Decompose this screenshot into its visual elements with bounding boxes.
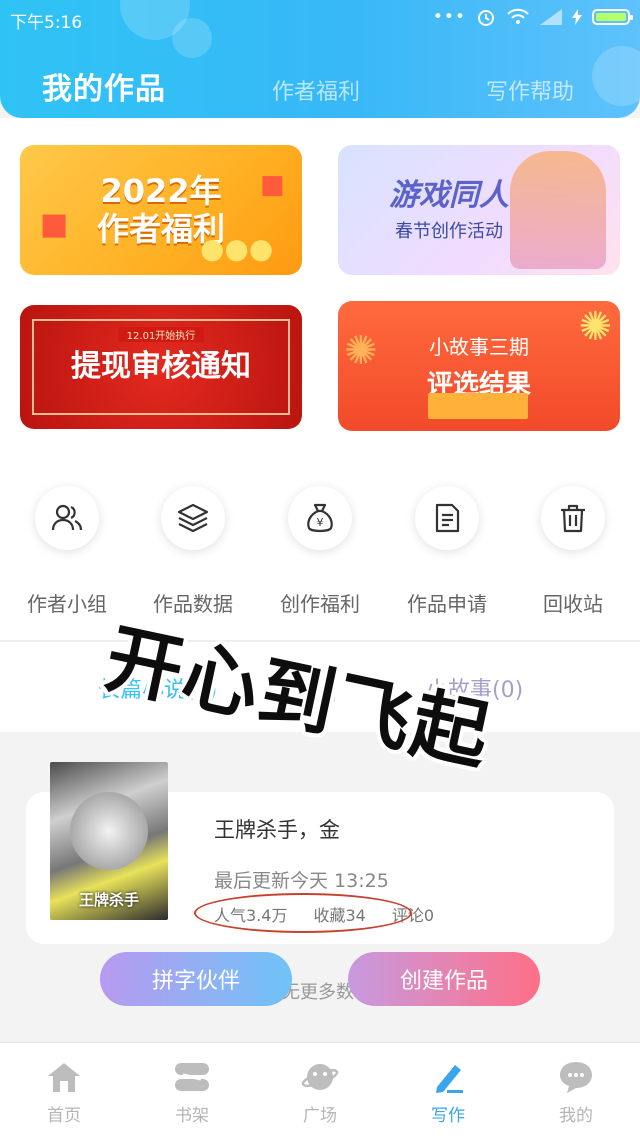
cover-title: 王牌杀手: [78, 891, 139, 909]
banner-tag: 12.01开始执行: [118, 327, 204, 342]
charging-icon: [572, 9, 582, 25]
banner-title: 游戏同人: [389, 178, 509, 213]
money-bag-icon: ¥: [307, 503, 333, 533]
layers-icon: [177, 503, 209, 533]
shortcut-author-group[interactable]: 作者小组: [3, 448, 131, 640]
nav-label: 我的: [559, 1106, 593, 1126]
shortcut-icon-circle: [415, 486, 479, 550]
shortcut-label: 回收站: [543, 592, 603, 616]
chat-bubble-icon: [556, 1057, 596, 1097]
trash-icon: [561, 504, 585, 533]
character-illustration: [510, 151, 606, 269]
no-more-text: 无更多数: [282, 982, 354, 1003]
decor-bubble: [592, 46, 640, 106]
banner-grid: ■ ■ ●●● 2022年 作者福利 游戏同人 春节创作活动 12.01开始执行…: [0, 118, 640, 448]
nav-square[interactable]: 广场: [256, 1043, 384, 1138]
banner-author-benefits[interactable]: ■ ■ ●●● 2022年 作者福利: [20, 145, 302, 275]
document-icon: [435, 503, 460, 533]
nav-label: 广场: [303, 1106, 337, 1126]
shortcut-icon-circle: [161, 486, 225, 550]
svg-text:¥: ¥: [317, 516, 324, 529]
wifi-icon: [507, 8, 529, 24]
bottom-nav: 首页 书架 广场 写作 我的: [0, 1042, 640, 1138]
signal-icon: [540, 9, 562, 25]
tab-author-benefits[interactable]: 作者福利: [272, 74, 360, 106]
banner-story-results[interactable]: ✺ ✺ 小故事三期 评选结果: [338, 301, 620, 431]
tab-my-works[interactable]: 我的作品: [42, 64, 166, 108]
more-dots-icon: •••: [432, 7, 466, 27]
nav-label: 首页: [47, 1106, 81, 1126]
hand-drawn-oval-annotation: [194, 893, 412, 933]
shortcut-label: 创作福利: [280, 592, 360, 616]
nav-write[interactable]: 写作: [384, 1043, 512, 1138]
banner-subtitle: 春节创作活动: [395, 221, 503, 242]
shortcut-row: 作者小组 作品数据 ¥ 创作福利 作品申请 回收站: [0, 448, 640, 640]
app-root: 下午5:16 ••• 我的作品 作者福利 写作帮助 ■ ■ ●●● 2022年 …: [0, 0, 640, 1138]
home-icon: [44, 1057, 84, 1097]
users-icon: [51, 504, 83, 531]
pen-icon: [428, 1057, 468, 1097]
banner-title: 小故事三期: [429, 335, 529, 359]
nav-home[interactable]: 首页: [0, 1043, 128, 1138]
shortcut-icon-circle: ¥: [288, 486, 352, 550]
banner-frame: 12.01开始执行: [32, 319, 290, 415]
nav-label: 写作: [431, 1106, 465, 1126]
create-work-button[interactable]: 创建作品: [348, 952, 540, 1006]
banner-withdraw-notice[interactable]: 12.01开始执行 提现审核通知: [20, 305, 302, 429]
gold-coins-icon: ●●●: [200, 232, 274, 265]
shortcut-label: 作者小组: [27, 592, 107, 616]
nav-label: 书架: [175, 1106, 209, 1126]
alarm-icon: [478, 10, 494, 26]
shortcut-icon-circle: [541, 486, 605, 550]
shortcut-icon-circle: [35, 486, 99, 550]
shortcut-label: 作品申请: [407, 592, 487, 616]
header: 下午5:16 ••• 我的作品 作者福利 写作帮助: [0, 0, 640, 118]
red-envelope-icon: ■: [260, 170, 285, 200]
banner-title: 2022年: [100, 172, 222, 210]
status-bar: 下午5:16 •••: [0, 0, 640, 36]
nav-bookshelf[interactable]: 书架: [128, 1043, 256, 1138]
shortcut-recycle-bin[interactable]: 回收站: [509, 448, 637, 640]
nav-mine[interactable]: 我的: [512, 1043, 640, 1138]
shortcut-work-application[interactable]: 作品申请: [383, 448, 511, 640]
word-partner-button[interactable]: 拼字伙伴: [100, 952, 292, 1006]
firework-icon: ✺: [578, 304, 612, 350]
shortcut-creation-benefits[interactable]: ¥ 创作福利: [256, 448, 384, 640]
bookshelf-icon: [172, 1057, 212, 1097]
status-icons: •••: [432, 7, 633, 27]
stage-podium: [428, 393, 528, 419]
battery-icon: [592, 9, 633, 25]
red-envelope-icon: ■: [40, 207, 69, 242]
planet-icon: [300, 1057, 340, 1097]
tab-writing-help[interactable]: 写作帮助: [486, 74, 574, 106]
firework-icon: ✺: [344, 328, 378, 374]
status-time: 下午5:16: [10, 13, 83, 33]
banner-game-fanfic[interactable]: 游戏同人 春节创作活动: [338, 145, 620, 275]
